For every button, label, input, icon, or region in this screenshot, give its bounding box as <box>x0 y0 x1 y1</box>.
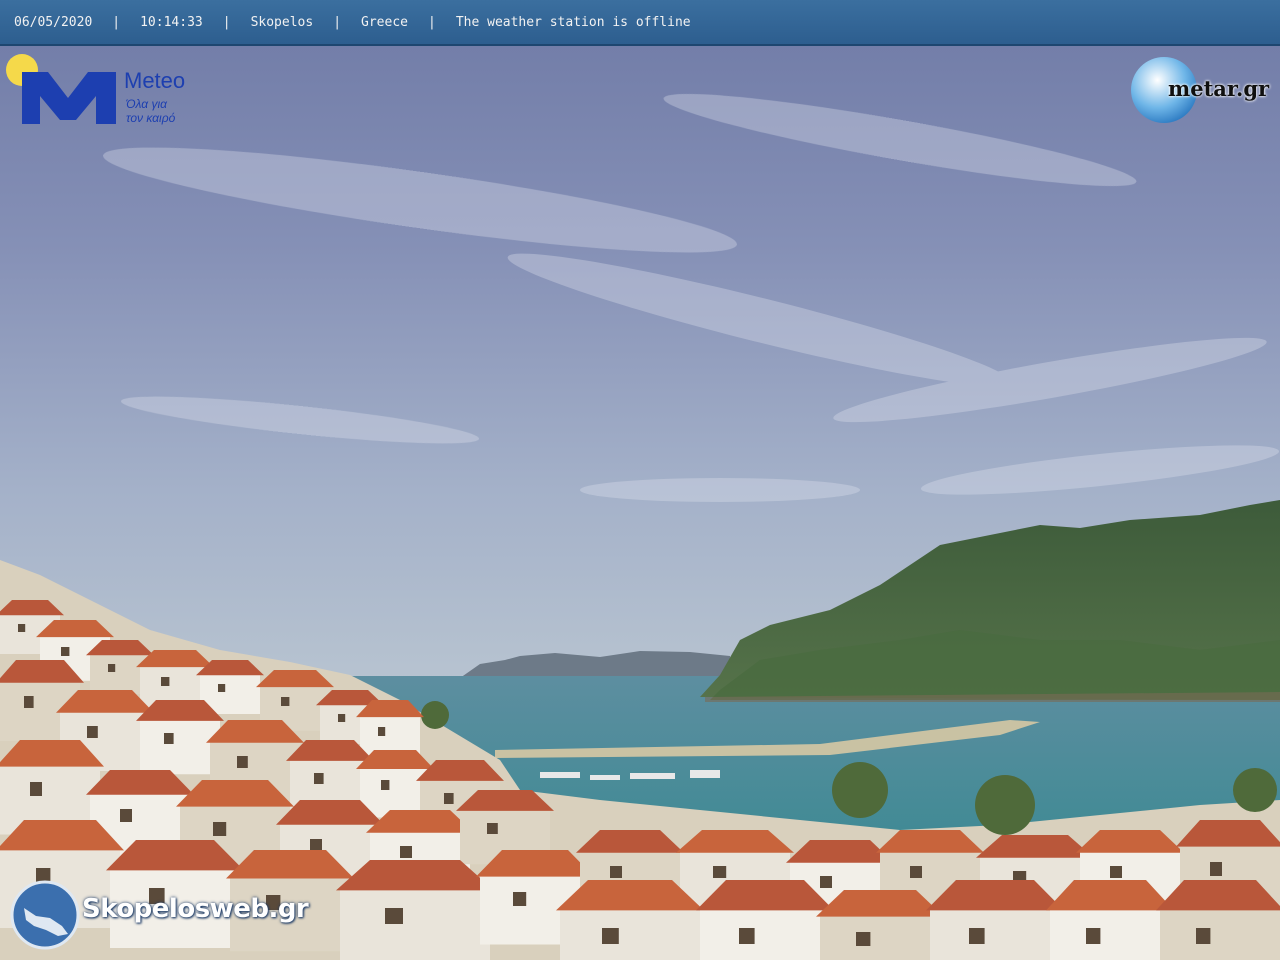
window <box>30 782 42 796</box>
window <box>713 866 727 878</box>
window <box>24 696 34 708</box>
house-wall <box>820 914 940 960</box>
window <box>18 624 26 632</box>
house-wall <box>930 908 1060 960</box>
window <box>1196 928 1211 944</box>
meteo-tagline: τον καιρό <box>126 111 176 125</box>
separator: | <box>222 14 231 30</box>
window <box>1210 862 1222 876</box>
window <box>61 647 70 656</box>
window <box>400 846 412 858</box>
window <box>381 780 390 790</box>
window <box>602 928 619 944</box>
window <box>237 756 248 768</box>
island-badge-icon <box>10 880 80 950</box>
window <box>820 876 832 888</box>
meteo-tagline: Όλα για <box>126 97 167 111</box>
window <box>378 727 386 736</box>
window <box>314 773 324 784</box>
station-status-label: The weather station is offline <box>455 14 691 30</box>
country-label: Greece <box>361 14 408 30</box>
date-label: 06/05/2020 <box>14 14 93 30</box>
window <box>108 664 116 672</box>
window <box>1086 928 1101 944</box>
window <box>338 714 346 722</box>
separator: | <box>333 14 342 30</box>
house-wall <box>340 888 490 960</box>
metar-brand-name: metar.gr <box>1168 76 1270 101</box>
meteo-m-mark <box>22 72 116 124</box>
window <box>120 809 132 822</box>
window <box>513 892 527 906</box>
window <box>213 822 227 836</box>
window <box>161 677 170 686</box>
webcam-harbor-scene <box>0 0 1280 960</box>
location-label: Skopelos <box>250 14 314 30</box>
window <box>281 697 290 706</box>
time-label: 10:14:33 <box>140 14 203 30</box>
house-wall <box>700 908 830 960</box>
window <box>385 908 403 924</box>
window <box>164 733 174 744</box>
skopelosweb-brand-name: Skopelosweb.gr <box>82 894 309 924</box>
window <box>610 866 622 878</box>
house-wall <box>140 719 220 775</box>
window <box>739 928 755 944</box>
separator: | <box>112 14 121 30</box>
status-bar: 06/05/2020 | 10:14:33 | Skopelos | Greec… <box>0 0 1280 46</box>
meteo-brand-name: Meteo <box>124 68 186 93</box>
window <box>487 823 498 834</box>
house-wall <box>1160 908 1280 960</box>
window <box>969 928 985 944</box>
window <box>1110 866 1122 878</box>
window <box>87 726 98 738</box>
window <box>856 932 871 946</box>
separator: | <box>427 14 436 30</box>
house-wall <box>560 908 700 960</box>
window <box>910 866 922 878</box>
window <box>444 793 454 804</box>
window <box>218 684 226 692</box>
house-wall <box>1050 908 1170 960</box>
